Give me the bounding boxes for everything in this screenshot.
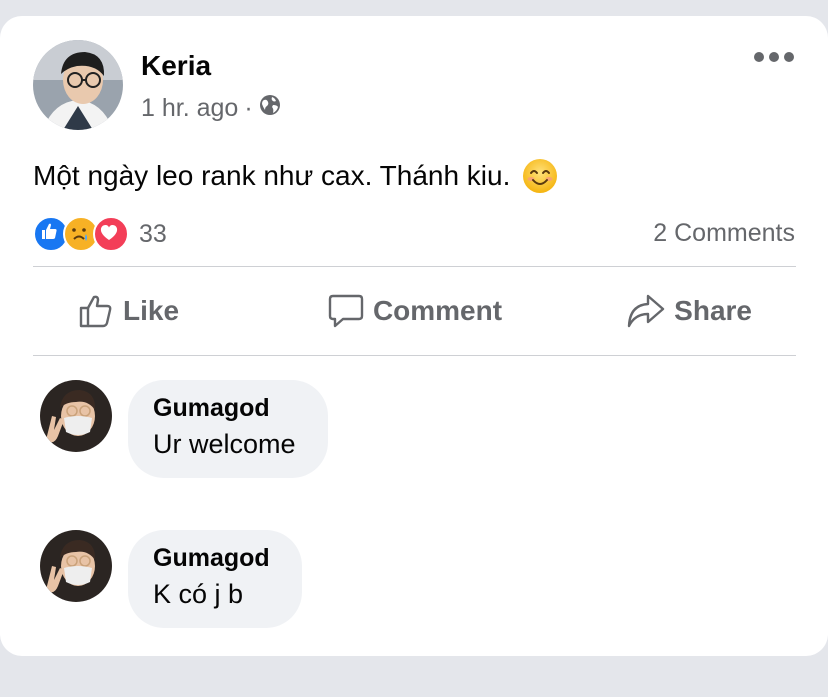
comments-count-link[interactable]: 2 Comments bbox=[653, 219, 795, 248]
comment-bubble: Gumagod Ur welcome bbox=[128, 380, 328, 478]
more-dot bbox=[754, 52, 764, 62]
like-label: Like bbox=[123, 295, 180, 326]
more-dot bbox=[784, 52, 794, 62]
commenter-name[interactable]: Gumagod bbox=[153, 544, 270, 573]
more-options-button[interactable] bbox=[754, 50, 798, 64]
globe-icon bbox=[259, 94, 281, 123]
thumbs-up-icon bbox=[79, 295, 112, 328]
commenter-avatar[interactable] bbox=[40, 530, 112, 602]
action-bar: Like Comment Share bbox=[33, 268, 796, 354]
comment-bubble: Gumagod K có j b bbox=[128, 530, 302, 628]
comment-button[interactable]: Comment bbox=[289, 268, 540, 354]
comment-label: Comment bbox=[372, 295, 503, 326]
smiling-face-emoji bbox=[523, 159, 558, 193]
author-avatar[interactable] bbox=[33, 40, 123, 130]
comment-bubble-icon bbox=[328, 294, 364, 328]
commenter-avatar[interactable] bbox=[40, 380, 112, 452]
reactions-summary[interactable]: 33 bbox=[33, 216, 167, 252]
post-meta: 1 hr. ago · bbox=[141, 94, 281, 123]
commenter-name[interactable]: Gumagod bbox=[153, 394, 296, 423]
divider bbox=[33, 355, 796, 356]
comment-text: K có j b bbox=[153, 579, 244, 609]
divider bbox=[33, 266, 796, 267]
post-card: Keria 1 hr. ago · Một ngày leo rank như … bbox=[0, 16, 828, 656]
comment-text: Ur welcome bbox=[153, 429, 296, 459]
share-button[interactable]: Share bbox=[540, 268, 796, 354]
author-name[interactable]: Keria bbox=[141, 50, 211, 82]
share-label: Share bbox=[674, 295, 752, 326]
meta-separator: · bbox=[244, 94, 253, 122]
more-dot bbox=[769, 52, 779, 62]
post-text: Một ngày leo rank như cax. Thánh kiu. bbox=[33, 160, 511, 191]
post-content: Một ngày leo rank như cax. Thánh kiu. bbox=[33, 158, 558, 194]
reaction-count: 33 bbox=[139, 219, 167, 248]
share-arrow-icon bbox=[627, 294, 665, 328]
love-reaction-icon bbox=[93, 216, 129, 252]
post-time[interactable]: 1 hr. ago bbox=[141, 94, 238, 123]
like-button[interactable]: Like bbox=[33, 268, 289, 354]
